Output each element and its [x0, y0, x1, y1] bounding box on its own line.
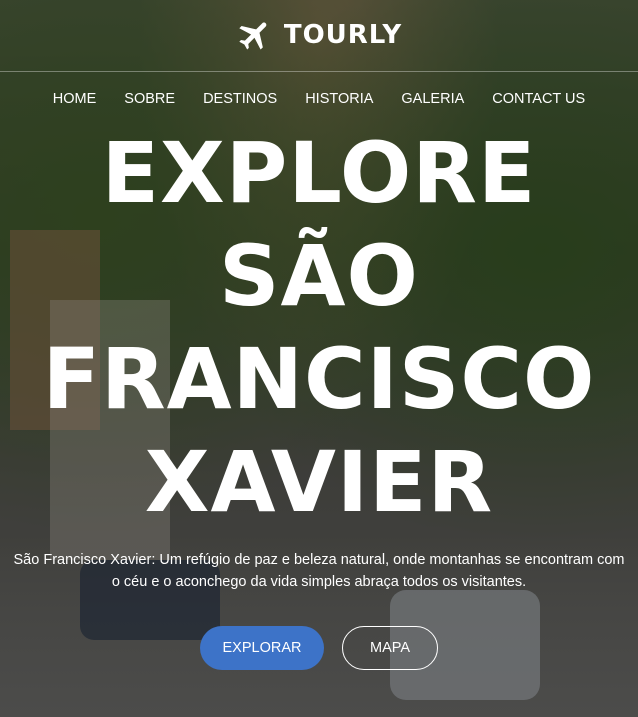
nav-historia[interactable]: HISTORIA	[305, 91, 373, 107]
hero-description-line: São Francisco Xavier: Um refúgio de paz …	[13, 552, 625, 568]
main-nav: HOME SOBRE DESTINOS HISTORIA GALERIA CON…	[0, 91, 638, 107]
hero-title-line: FRANCISCO	[42, 330, 596, 428]
hero-title: EXPLORE SÃO FRANCISCO XAVIER	[0, 122, 638, 534]
hero-title-line: XAVIER	[144, 433, 494, 531]
hero-title-line: SÃO	[219, 227, 419, 325]
header-divider	[0, 71, 638, 72]
nav-contact-us[interactable]: CONTACT US	[492, 91, 585, 107]
nav-home[interactable]: HOME	[53, 91, 97, 107]
hero-description: São Francisco Xavier: Um refúgio de paz …	[0, 549, 638, 593]
brand-name: TOURLY	[283, 20, 403, 50]
airplane-icon	[239, 22, 267, 50]
nav-destinos[interactable]: DESTINOS	[203, 91, 277, 107]
site-logo[interactable]: TOURLY	[0, 16, 638, 54]
explore-button[interactable]: EXPLORAR	[200, 626, 324, 670]
nav-galeria[interactable]: GALERIA	[401, 91, 464, 107]
hero-description-line: o céu e o aconchego da vida simples abra…	[111, 574, 527, 590]
nav-sobre[interactable]: SOBRE	[124, 91, 175, 107]
hero-actions: EXPLORAR MAPA	[0, 626, 638, 670]
hero-title-line: EXPLORE	[101, 124, 537, 222]
map-button[interactable]: MAPA	[342, 626, 438, 670]
